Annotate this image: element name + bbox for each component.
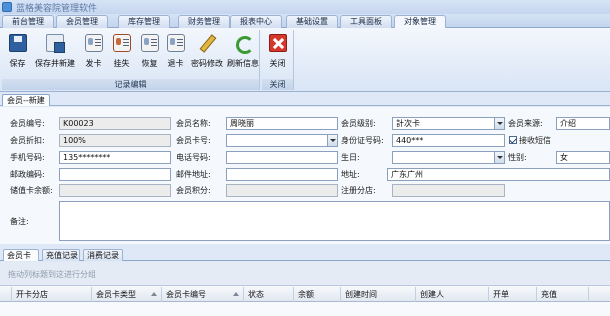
sort-icon: [233, 292, 239, 296]
refresh-icon: [234, 34, 254, 54]
record-edit-group: 保存 保存并新建 发卡 挂失 恢复 退卡 密码修改 刷新信息 记录编辑: [2, 30, 260, 90]
id-no-field[interactable]: 440***: [392, 134, 505, 147]
main-menu-tabs: 前台管理 会员管理 库存管理 财务管理 报表中心 基础设置 工具面板 对象管理: [0, 14, 610, 29]
app-title: 蓝格美容院管理软件: [16, 4, 98, 14]
close-caption: 关闭: [262, 79, 293, 90]
birthday-label: 生日:: [341, 153, 360, 162]
tab-recharge-records[interactable]: 充值记录: [42, 249, 80, 261]
mobile-field[interactable]: 135********: [59, 151, 171, 164]
discount-label: 会员折扣:: [10, 136, 45, 145]
document-tab-bar: 会员--新建: [0, 92, 610, 106]
stored-balance-label: 储值卡余额:: [10, 186, 53, 195]
close-group: 关闭 关闭: [262, 30, 294, 90]
tab-basic-settings[interactable]: 基础设置: [286, 15, 338, 28]
postcode-field[interactable]: [59, 168, 171, 181]
save-new-icon: [46, 34, 65, 53]
member-form: 会员编号: K00023 会员名称: 周晓丽 会员级别: 計次卡 会员来源: 介…: [0, 107, 610, 244]
tab-reports[interactable]: 报表中心: [230, 15, 282, 28]
close-icon: [268, 34, 287, 52]
tab-front-desk[interactable]: 前台管理: [2, 15, 54, 28]
member-no-label: 会员编号:: [10, 119, 45, 128]
column-header-creator[interactable]: 创建人: [416, 287, 489, 302]
remark-label: 备注:: [10, 217, 29, 226]
column-header-recharge[interactable]: 充值: [537, 287, 589, 302]
member-name-field[interactable]: 周晓丽: [226, 117, 338, 130]
member-name-label: 会员名称:: [176, 119, 211, 128]
id-no-label: 身份证号码:: [341, 136, 384, 145]
chevron-down-icon[interactable]: [494, 118, 504, 129]
report-loss-button[interactable]: 挂失: [108, 32, 135, 77]
branch-field[interactable]: [392, 184, 505, 197]
birthday-picker[interactable]: [392, 151, 505, 164]
member-source-field[interactable]: 介绍: [556, 117, 610, 130]
stored-balance-field[interactable]: [59, 184, 171, 197]
column-header-branch[interactable]: 开卡分店: [12, 287, 92, 302]
address-label: 地址:: [341, 170, 360, 179]
detail-tab-bar: 会员卡 充值记录 消费记录: [0, 247, 610, 261]
mobile-label: 手机号码:: [10, 153, 45, 162]
issue-card-icon: [84, 34, 103, 52]
member-level-label: 会员级别:: [341, 119, 376, 128]
branch-label: 注册分店:: [341, 186, 376, 195]
column-header-card-no[interactable]: 会员卡编号: [162, 287, 244, 302]
save-and-new-button[interactable]: 保存并新建: [34, 32, 76, 77]
phone-label: 电话号码:: [176, 153, 211, 162]
group-hint-text: 拖动列标题到这进行分组: [8, 270, 96, 279]
points-label: 会员积分:: [176, 186, 211, 195]
points-field[interactable]: [226, 184, 338, 197]
column-header-status[interactable]: 状态: [244, 287, 294, 302]
gender-field[interactable]: 女: [556, 151, 610, 164]
member-card-grid: 拖动列标题到这进行分组 开卡分店 会员卡类型 会员卡编号 状态 余额 创建时间 …: [0, 262, 610, 316]
tab-object-management[interactable]: 对象管理: [394, 15, 446, 29]
gender-label: 性别:: [508, 153, 527, 162]
receive-sms-checkbox[interactable]: [509, 136, 517, 144]
grid-header: 开卡分店 会员卡类型 会员卡编号 状态 余额 创建时间 创建人 开单 充值: [0, 287, 610, 302]
refresh-info-button[interactable]: 刷新信息: [226, 32, 260, 77]
tab-consumption-records[interactable]: 消费记录: [83, 249, 123, 261]
ribbon-toolbar: 保存 保存并新建 发卡 挂失 恢复 退卡 密码修改 刷新信息 记录编辑 关闭 关…: [0, 28, 610, 92]
sort-icon: [151, 292, 157, 296]
change-password-button[interactable]: 密码修改: [190, 32, 224, 77]
app-icon: [2, 2, 12, 12]
title-bar: 蓝格美容院管理软件: [0, 0, 610, 14]
remark-textarea[interactable]: [59, 201, 610, 241]
card-no-label: 会员卡号:: [176, 136, 211, 145]
card-no-select[interactable]: [226, 134, 338, 147]
postcode-label: 邮政编码:: [10, 170, 45, 179]
tab-member-management[interactable]: 会员管理: [56, 15, 108, 28]
return-card-icon: [166, 34, 185, 52]
issue-card-button[interactable]: 发卡: [80, 32, 107, 77]
save-button[interactable]: 保存: [4, 32, 31, 77]
address-field[interactable]: 广东广州: [387, 168, 610, 181]
return-card-button[interactable]: 退卡: [162, 32, 189, 77]
record-edit-caption: 记录编辑: [2, 79, 259, 90]
group-by-panel[interactable]: 拖动列标题到这进行分组: [0, 262, 610, 286]
restore-card-button[interactable]: 恢复: [136, 32, 163, 77]
save-icon: [8, 34, 27, 52]
tab-member-card[interactable]: 会员卡: [3, 249, 39, 261]
tab-inventory[interactable]: 库存管理: [118, 15, 170, 28]
email-label: 邮件地址:: [176, 170, 211, 179]
chevron-down-icon[interactable]: [327, 135, 337, 146]
column-header-order[interactable]: 开单: [489, 287, 537, 302]
column-header-created-time[interactable]: 创建时间: [341, 287, 416, 302]
edit-password-icon: [198, 34, 216, 52]
report-loss-icon: [112, 34, 131, 52]
close-button[interactable]: 关闭: [264, 32, 291, 77]
tab-finance[interactable]: 财务管理: [178, 15, 230, 28]
member-level-select[interactable]: 計次卡: [392, 117, 505, 130]
column-header-balance[interactable]: 余额: [294, 287, 341, 302]
phone-field[interactable]: [226, 151, 338, 164]
restore-card-icon: [140, 34, 159, 52]
tab-member-new[interactable]: 会员--新建: [2, 94, 50, 106]
discount-field[interactable]: 100%: [59, 134, 171, 147]
chevron-down-icon[interactable]: [494, 152, 504, 163]
member-no-field[interactable]: K00023: [59, 117, 171, 130]
receive-sms-label: 接收短信: [519, 136, 551, 145]
email-field[interactable]: [226, 168, 338, 181]
member-source-label: 会员来源:: [508, 119, 543, 128]
tab-tools[interactable]: 工具面板: [340, 15, 392, 28]
column-header-card-type[interactable]: 会员卡类型: [92, 287, 162, 302]
row-indicator-header: [0, 287, 12, 302]
